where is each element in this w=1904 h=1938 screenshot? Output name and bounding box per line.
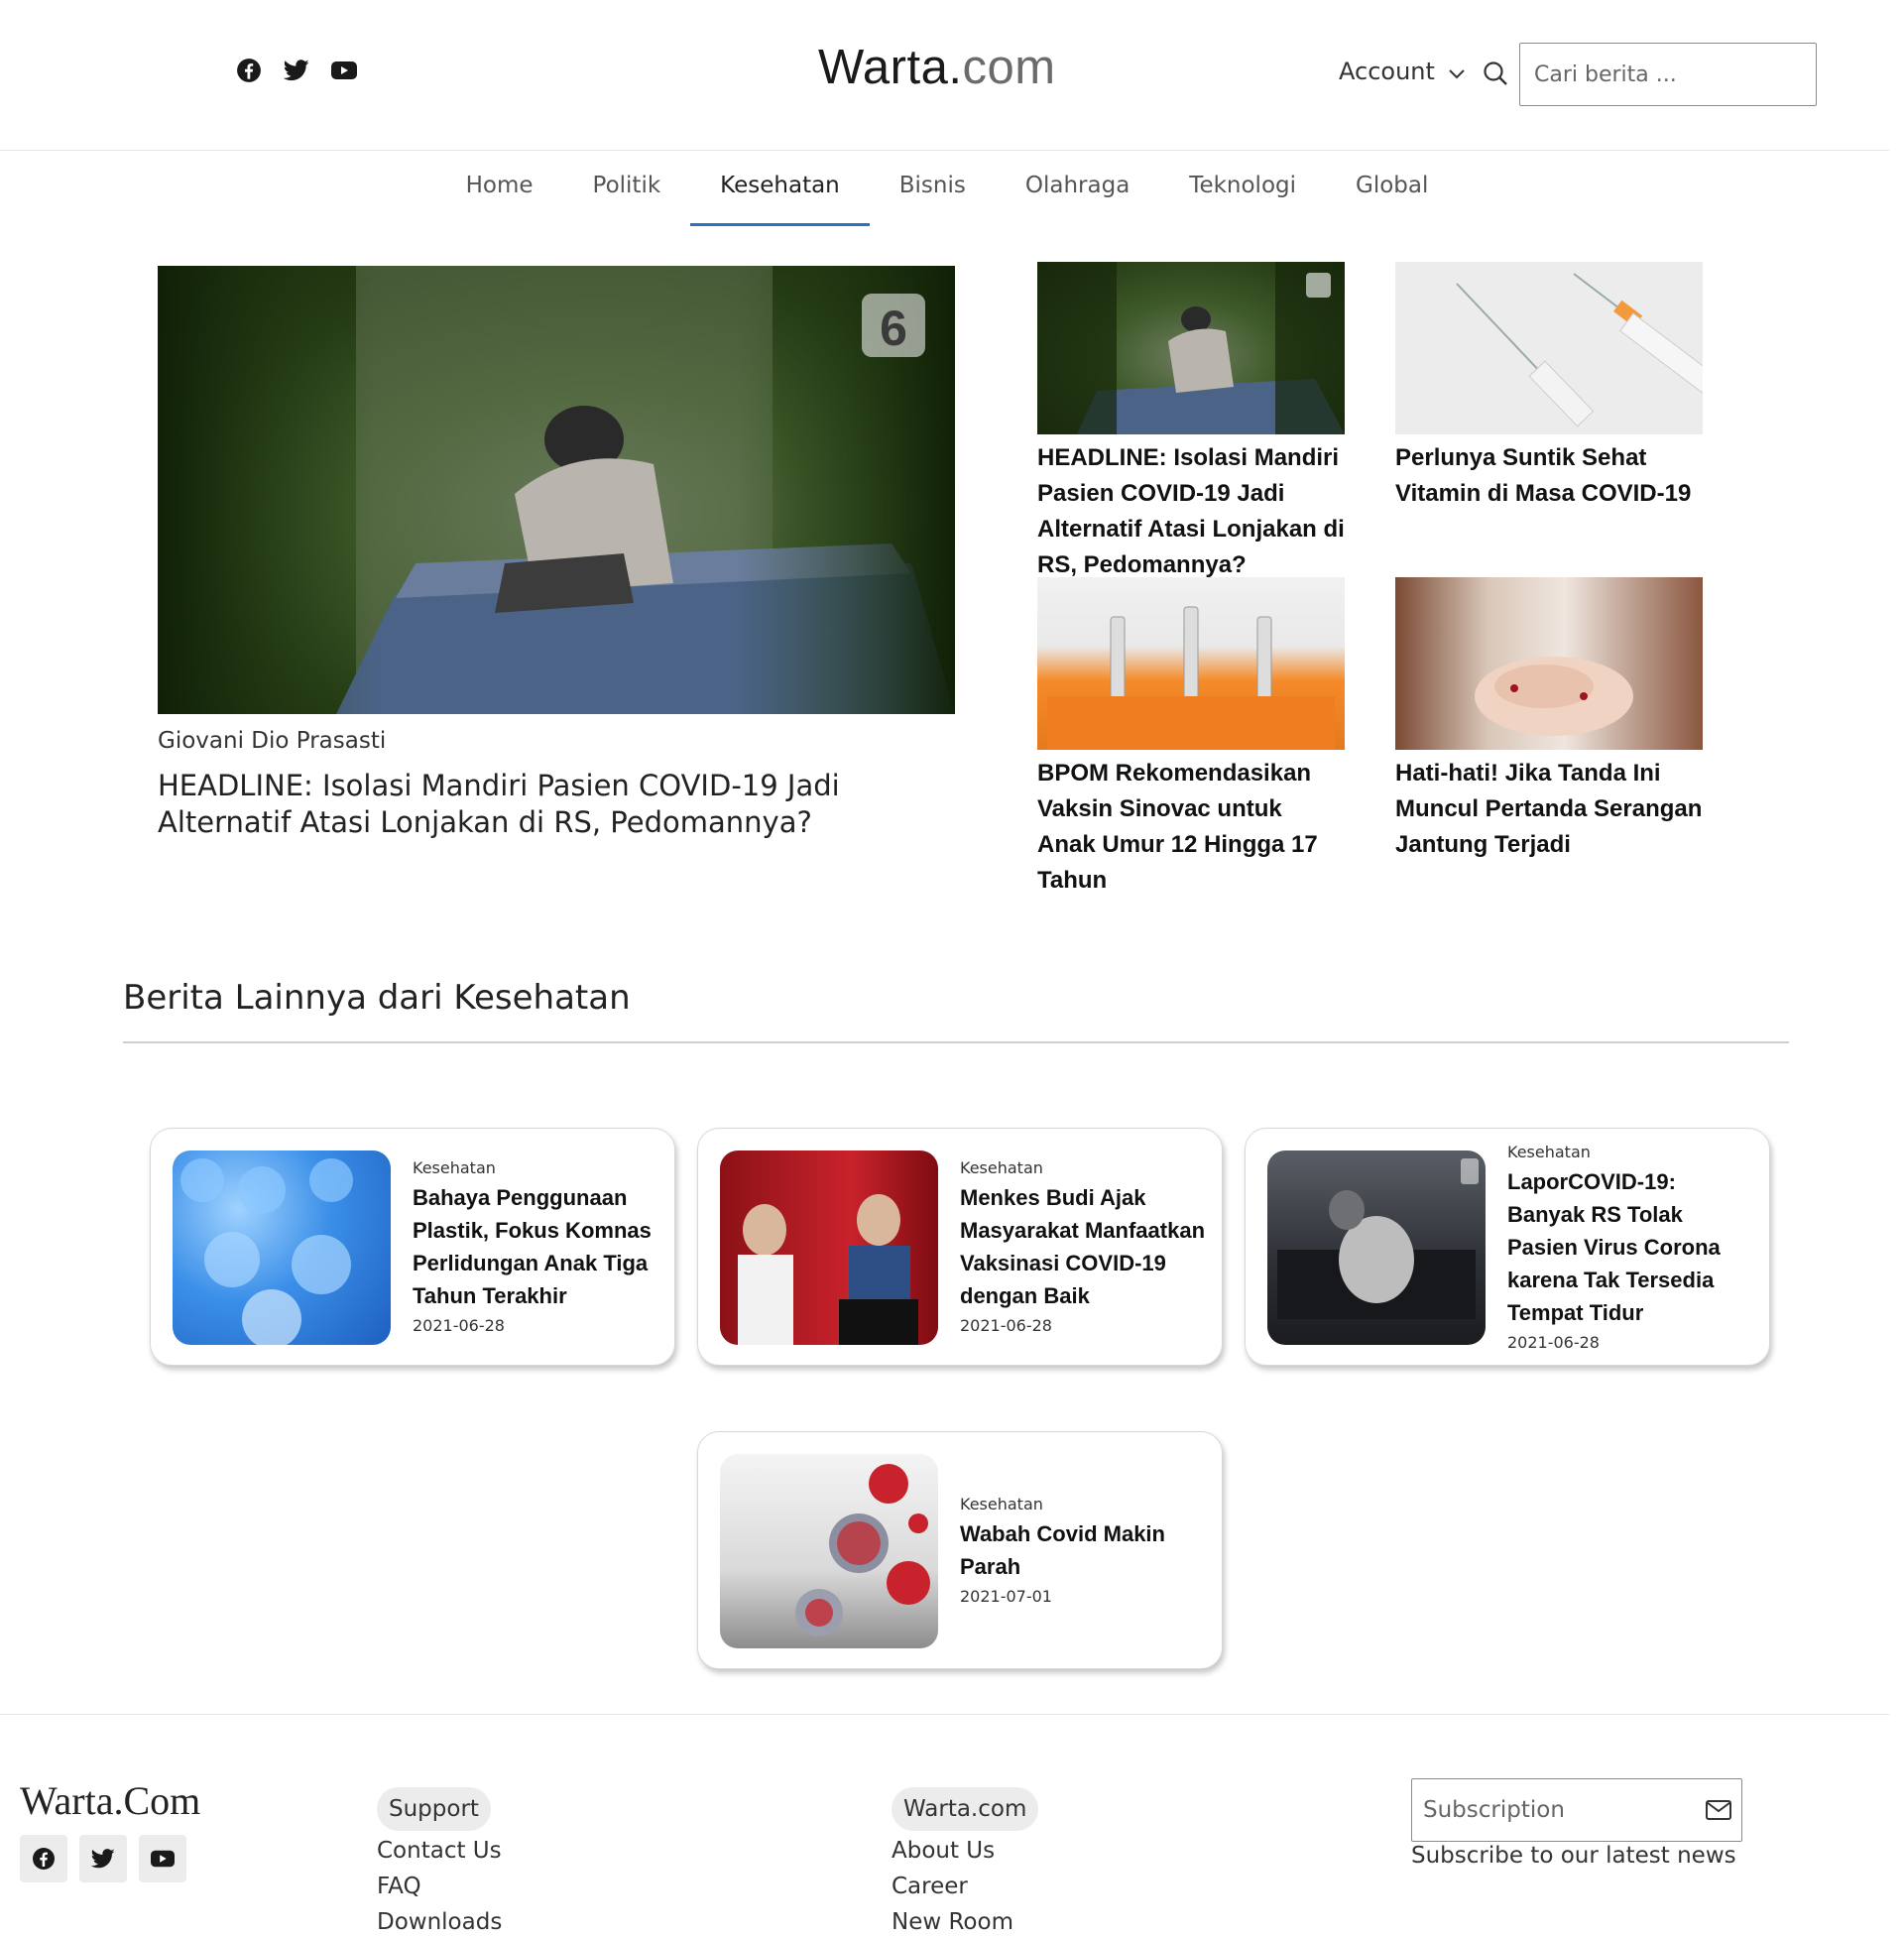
news-card-category: Kesehatan <box>960 1158 1043 1177</box>
footer-link-career[interactable]: Career <box>892 1869 1038 1904</box>
footer-link-contact-us[interactable]: Contact Us <box>377 1833 502 1869</box>
side-article-title: HEADLINE: Isolasi Mandiri Pasien COVID-1… <box>1037 444 1345 578</box>
news-card-image <box>720 1151 938 1345</box>
nav-item-olahraga[interactable]: Olahraga <box>996 151 1159 226</box>
side-article-image <box>1037 262 1345 434</box>
nav-item-politik[interactable]: Politik <box>563 151 691 226</box>
side-article-title: BPOM Rekomendasikan Vaksin Sinovac untuk… <box>1037 760 1318 894</box>
footer-link-about-us[interactable]: About Us <box>892 1833 1038 1869</box>
news-card-date: 2021-06-28 <box>413 1316 505 1335</box>
news-card[interactable]: Kesehatan Wabah Covid Makin Parah 2021-0… <box>697 1431 1223 1669</box>
footer-support-heading: Support <box>377 1787 491 1831</box>
footer-link-new-room[interactable]: New Room <box>892 1904 1038 1938</box>
site-logo[interactable]: Warta.com <box>818 40 1056 95</box>
news-card-date: 2021-06-28 <box>1507 1332 1600 1352</box>
chevron-down-icon <box>1449 58 1465 85</box>
news-card-title: Menkes Budi Ajak Masyarakat Manfaatkan V… <box>960 1185 1206 1308</box>
logo-domain-text: com <box>962 41 1056 94</box>
news-card-category: Kesehatan <box>960 1495 1043 1514</box>
facebook-icon[interactable] <box>236 58 262 83</box>
nav-item-global[interactable]: Global <box>1326 151 1458 226</box>
news-card-title: Bahaya Penggunaan Plastik, Fokus Komnas … <box>413 1185 652 1308</box>
twitter-icon[interactable] <box>284 58 309 83</box>
footer-link-downloads[interactable]: Downloads <box>377 1904 502 1938</box>
footer-company-column: Warta.com About Us Career New Room <box>892 1787 1039 1938</box>
subscription-note: Subscribe to our latest news <box>1411 1843 1736 1869</box>
news-card-body: Kesehatan Bahaya Penggunaan Plastik, Fok… <box>413 1129 660 1365</box>
news-card-category: Kesehatan <box>413 1158 496 1177</box>
side-article[interactable]: HEADLINE: Isolasi Mandiri Pasien COVID-1… <box>1037 262 1345 583</box>
footer-support-column: Support Contact Us FAQ Downloads <box>377 1787 502 1938</box>
subscription-form <box>1411 1778 1742 1842</box>
side-article-image <box>1395 262 1703 434</box>
side-article[interactable]: BPOM Rekomendasikan Vaksin Sinovac untuk… <box>1037 577 1345 899</box>
nav-item-kesehatan[interactable]: Kesehatan <box>690 151 870 226</box>
hero-title[interactable]: HEADLINE: Isolasi Mandiri Pasien COVID-1… <box>158 768 971 841</box>
hero-author: Giovani Dio Prasasti <box>158 728 387 754</box>
side-article[interactable]: Perlunya Suntik Sehat Vitamin di Masa CO… <box>1395 262 1703 512</box>
side-article[interactable]: Hati-hati! Jika Tanda Ini Muncul Pertand… <box>1395 577 1703 863</box>
youtube-icon[interactable] <box>331 58 357 83</box>
side-article-title: Hati-hati! Jika Tanda Ini Muncul Pertand… <box>1395 760 1703 858</box>
footer-company-heading: Warta.com <box>892 1787 1039 1831</box>
site-header: Warta.com Account <box>0 0 1889 151</box>
account-menu[interactable]: Account <box>1339 58 1465 85</box>
news-card[interactable]: Kesehatan LaporCOVID-19: Banyak RS Tolak… <box>1245 1128 1770 1366</box>
news-card-title: LaporCOVID-19: Banyak RS Tolak Pasien Vi… <box>1507 1168 1721 1325</box>
side-article-image <box>1037 577 1345 750</box>
nav-item-teknologi[interactable]: Teknologi <box>1159 151 1326 226</box>
section-divider <box>123 1041 1789 1043</box>
logo-main-text: Warta. <box>818 41 963 94</box>
footer-divider <box>0 1714 1889 1715</box>
twitter-icon[interactable] <box>79 1835 127 1882</box>
nav-item-bisnis[interactable]: Bisnis <box>870 151 996 226</box>
news-card[interactable]: Kesehatan Bahaya Penggunaan Plastik, Fok… <box>150 1128 675 1366</box>
news-card-body: Kesehatan LaporCOVID-19: Banyak RS Tolak… <box>1507 1129 1755 1365</box>
search-input[interactable] <box>1519 43 1817 106</box>
hero-image[interactable]: 6 <box>158 266 955 714</box>
news-card-image <box>1267 1151 1486 1345</box>
news-card[interactable]: Kesehatan Menkes Budi Ajak Masyarakat Ma… <box>697 1128 1223 1366</box>
nav-item-home[interactable]: Home <box>436 151 563 226</box>
footer-link-faq[interactable]: FAQ <box>377 1869 502 1904</box>
news-card-image <box>720 1454 938 1648</box>
youtube-icon[interactable] <box>139 1835 186 1882</box>
footer-logo[interactable]: Warta.Com <box>20 1777 200 1824</box>
news-card-body: Kesehatan Menkes Budi Ajak Masyarakat Ma… <box>960 1129 1208 1365</box>
news-card-image <box>173 1151 391 1345</box>
mail-icon[interactable] <box>1706 1799 1731 1821</box>
news-card-category: Kesehatan <box>1507 1142 1591 1161</box>
search-icon[interactable] <box>1483 61 1508 86</box>
subscription-input[interactable] <box>1412 1779 1690 1841</box>
account-label: Account <box>1339 58 1435 85</box>
section-title: Berita Lainnya dari Kesehatan <box>123 978 631 1018</box>
news-card-body: Kesehatan Wabah Covid Makin Parah 2021-0… <box>960 1432 1208 1668</box>
news-card-date: 2021-06-28 <box>960 1316 1052 1335</box>
news-card-title: Wabah Covid Makin Parah <box>960 1521 1165 1579</box>
news-card-date: 2021-07-01 <box>960 1587 1052 1606</box>
side-article-image <box>1395 577 1703 750</box>
header-social-links <box>236 58 357 83</box>
footer-social-links <box>20 1835 186 1882</box>
category-nav: Home Politik Kesehatan Bisnis Olahraga T… <box>0 151 1889 226</box>
hero-watermark: 6 <box>880 301 907 356</box>
side-article-title: Perlunya Suntik Sehat Vitamin di Masa CO… <box>1395 444 1692 507</box>
facebook-icon[interactable] <box>20 1835 67 1882</box>
